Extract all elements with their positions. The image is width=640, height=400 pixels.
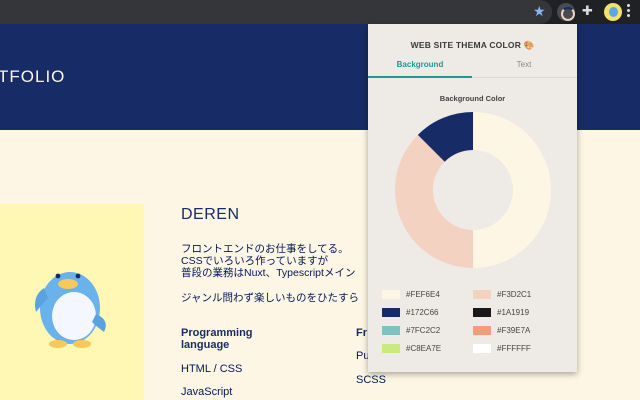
color-hex-label: #F3D2C1 xyxy=(497,290,532,299)
tab-text[interactable]: Text xyxy=(472,60,576,69)
color-hex-label: #1A1919 xyxy=(497,308,530,317)
color-donut-chart xyxy=(395,112,551,268)
profile-name: DEREN xyxy=(181,206,240,223)
skill-item: HTML / CSS xyxy=(181,363,243,375)
profile-avatar-icon[interactable] xyxy=(604,3,622,21)
chart-title: Background Color xyxy=(439,94,506,103)
bio-line: フロントエンドのお仕事をしてる。 xyxy=(181,243,349,255)
color-swatch[interactable] xyxy=(382,308,400,317)
active-tab-indicator xyxy=(368,76,472,78)
extension-popup: WEB SITE THEMA COLOR 🎨 Background Text B… xyxy=(368,24,577,372)
kebab-menu-icon[interactable] xyxy=(627,4,631,20)
color-swatch[interactable] xyxy=(473,326,491,335)
color-swatch[interactable] xyxy=(382,290,400,299)
color-hex-label: #C8EA7E xyxy=(406,344,442,353)
site-logo[interactable]: TFOLIO xyxy=(0,67,65,87)
color-hex-label: #FFFFFF xyxy=(497,344,531,353)
penguin-illustration xyxy=(35,272,106,348)
color-hex-label: #F39E7A xyxy=(497,326,531,335)
address-bar[interactable] xyxy=(0,0,552,24)
star-icon[interactable]: ★ xyxy=(533,4,546,20)
color-swatch[interactable] xyxy=(382,326,400,335)
popup-title: WEB SITE THEMA COLOR 🎨 xyxy=(410,40,535,50)
skills-heading: Programming language xyxy=(181,327,253,351)
color-swatch[interactable] xyxy=(473,344,491,353)
color-swatch[interactable] xyxy=(382,344,400,353)
bio-line: 普段の業務はNuxt、Typescriptメイン xyxy=(181,267,356,279)
color-hex-label: #7FC2C2 xyxy=(406,326,441,335)
skills-heading: Fr xyxy=(356,327,367,339)
bio-line: ジャンル問わず楽しいものをひたすら xyxy=(181,292,359,304)
color-wheel-icon[interactable] xyxy=(557,3,575,21)
skill-item: JavaScript xyxy=(181,386,233,398)
color-hex-label: #FEF6E4 xyxy=(406,290,440,299)
color-swatch[interactable] xyxy=(473,290,491,299)
donut-segment xyxy=(395,134,473,268)
color-hex-label: #172C66 xyxy=(406,308,439,317)
puzzle-icon[interactable]: ✚ xyxy=(582,3,593,21)
skill-item: SCSS xyxy=(356,374,386,386)
browser-toolbar: ★ ✚ xyxy=(0,0,640,24)
tab-background[interactable]: Background xyxy=(368,60,472,69)
color-swatch[interactable] xyxy=(473,308,491,317)
bio-line: CSSでいろいろ作っていますが xyxy=(181,255,329,267)
donut-segment xyxy=(473,112,551,268)
